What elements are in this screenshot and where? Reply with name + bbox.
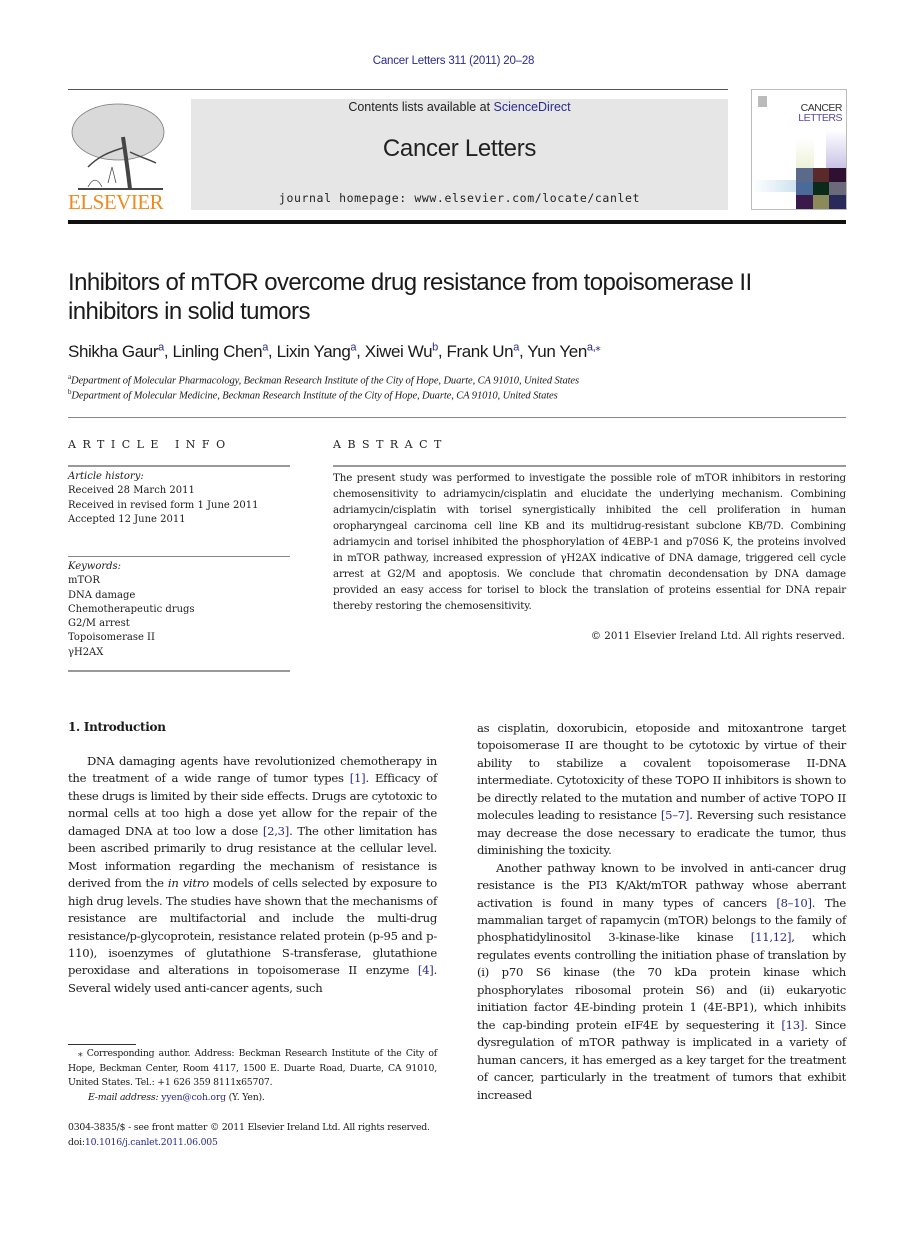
reference-link[interactable]: [11,12] [751,930,792,944]
reference-link[interactable]: [1] [350,771,366,785]
sciencedirect-link[interactable]: ScienceDirect [494,100,571,114]
paragraph: as cisplatin, doxorubicin, etoposide and… [477,721,846,858]
footnote-rule [68,1044,136,1045]
contents-line: Contents lists available at ScienceDirec… [348,100,571,114]
author[interactable]: Frank Una [447,341,520,361]
affiliation: aDepartment of Molecular Pharmacology, B… [68,373,579,387]
email-link[interactable]: yyen@coh.org [161,1092,226,1103]
header-rule [68,89,728,90]
paragraph: Another pathway known to be involved in … [477,860,847,1102]
keyword: DNA damage [68,589,136,601]
front-matter: 0304-3835/$ - see front matter © 2011 El… [68,1122,430,1148]
divider [68,670,290,672]
journal-homepage-link[interactable]: journal homepage: www.elsevier.com/locat… [191,191,728,205]
cover-logo-icon [758,96,767,107]
keywords: Keywords: mTOR DNA damage Chemotherapeut… [68,560,195,660]
abstract-text: The present study was performed to inves… [333,472,846,612]
author[interactable]: Xiwei Wub [365,341,438,361]
cover-title: CANCER LETTERS [798,102,842,124]
keyword: γH2AX [68,646,104,658]
cover-decoration [826,130,846,168]
author-list: Shikha Gaura, Linling Chena, Lixin Yanga… [68,341,601,361]
article-title: Inhibitors of mTOR overcome drug resista… [68,269,752,325]
abstract-heading: ABSTRACT [333,438,448,451]
keyword: Chemotherapeutic drugs [68,603,195,615]
journal-banner: Contents lists available at ScienceDirec… [191,99,728,210]
reference-link[interactable]: [5–7] [661,808,690,822]
reference-link[interactable]: [2,3] [263,824,289,838]
body-column-right: as cisplatin, doxorubicin, etoposide and… [477,720,846,1104]
cover-image-grid [796,168,846,209]
history-revised: Received in revised form 1 June 2011 [68,499,259,511]
journal-citation[interactable]: Cancer Letters 311 (2011) 20–28 [0,55,907,67]
reference-link[interactable]: [4] [418,963,434,977]
header-thick-rule [68,220,846,224]
author[interactable]: Shikha Gaura [68,341,164,361]
author[interactable]: Lixin Yanga [277,341,357,361]
history-received: Received 28 March 2011 [68,485,195,497]
divider [333,465,846,467]
divider [68,465,290,467]
divider [68,556,290,557]
reference-link[interactable]: [8–10] [776,896,812,910]
journal-cover-thumbnail: CANCER LETTERS [751,89,847,210]
abstract-copyright: © 2011 Elsevier Ireland Ltd. All rights … [590,630,845,642]
cover-decoration [796,138,814,168]
journal-title: Cancer Letters [382,135,537,162]
article-history: Article history: Received 28 March 2011 … [68,470,258,527]
body-column-left: DNA damaging agents have revolutionized … [68,753,437,997]
keyword: G2/M arrest [68,618,130,630]
corresponding-author-footnote: ⁎ Corresponding author. Address: Beckman… [68,1048,437,1103]
reference-link[interactable]: [13] [781,1018,804,1032]
author[interactable]: Yun Yena,⁎ [527,341,601,361]
author[interactable]: Linling Chena [172,341,268,361]
affiliation: bDepartment of Molecular Medicine, Beckm… [68,388,558,402]
cover-decoration [752,180,796,192]
doi-link[interactable]: 10.1016/j.canlet.2011.06.005 [85,1137,218,1148]
paragraph: DNA damaging agents have revolutionized … [68,754,438,995]
history-accepted: Accepted 12 June 2011 [68,513,186,525]
keyword: Topoisomerase II [68,632,155,644]
elsevier-wordmark: ELSEVIER [68,190,164,214]
section-heading-introduction: 1. Introduction [68,720,166,734]
divider [68,417,846,418]
article-info-heading: ARTICLE INFO [68,438,232,451]
keyword: mTOR [68,575,100,587]
